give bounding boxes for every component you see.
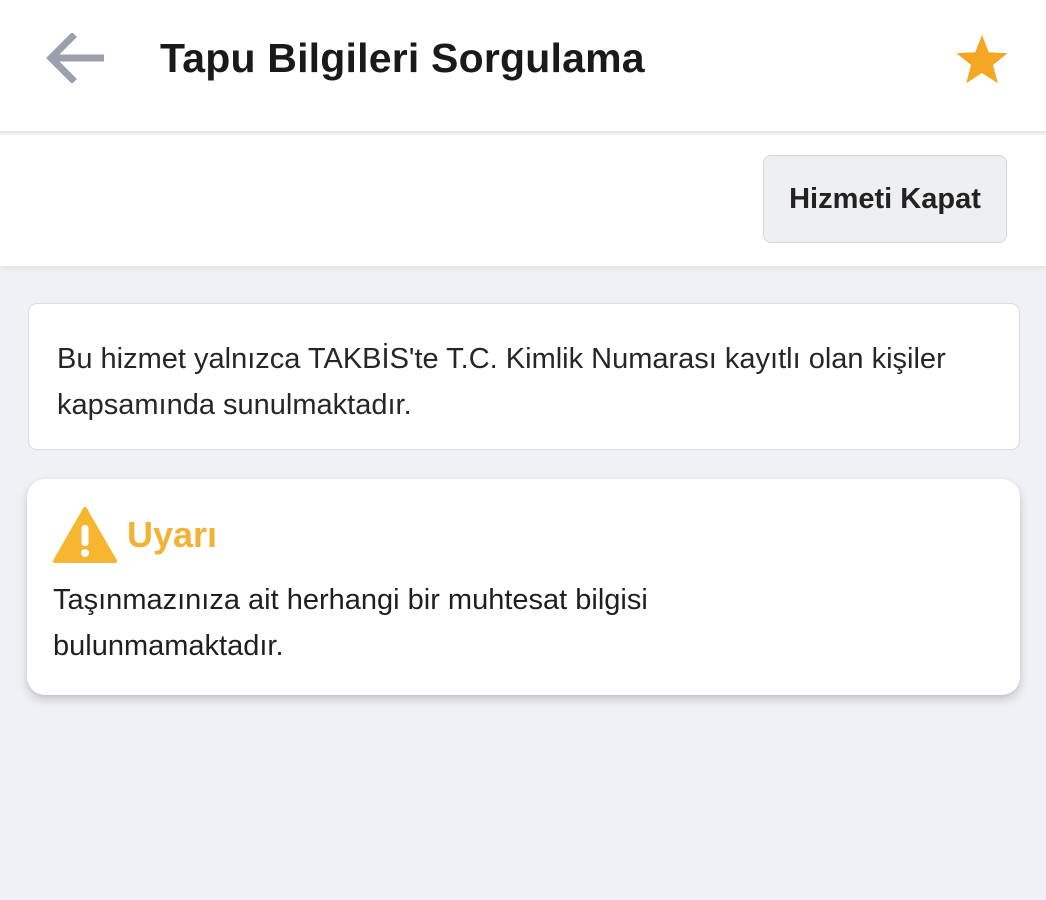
back-button[interactable] — [40, 26, 110, 90]
app-bar: Tapu Bilgileri Sorgulama — [0, 0, 1046, 133]
info-text: Bu hizmet yalnızca TAKBİS'te T.C. Kimlik… — [57, 343, 946, 421]
close-service-button[interactable]: Hizmeti Kapat — [763, 155, 1007, 243]
warning-card: Uyarı Taşınmazınıza ait herhangi bir muh… — [27, 479, 1020, 695]
warning-message: Taşınmazınıza ait herhangi bir muhtesat … — [53, 584, 648, 662]
arrow-left-icon — [46, 33, 104, 83]
action-bar: Hizmeti Kapat — [0, 135, 1046, 266]
star-icon — [956, 35, 1008, 84]
warning-title: Uyarı — [127, 514, 218, 555]
warning-triangle-icon — [53, 506, 117, 564]
page-title: Tapu Bilgileri Sorgulama — [160, 35, 645, 81]
favorite-button[interactable] — [950, 28, 1014, 92]
info-card: Bu hizmet yalnızca TAKBİS'te T.C. Kimlik… — [28, 303, 1020, 450]
warning-header: Uyarı — [53, 505, 994, 565]
